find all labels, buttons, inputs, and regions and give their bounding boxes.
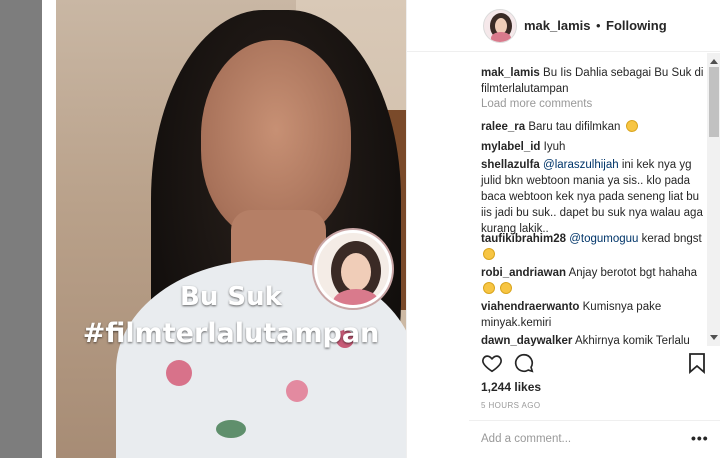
comment-mention[interactable]: @togumoguu — [569, 233, 638, 245]
comment-username[interactable]: robi_andriawan — [481, 267, 566, 279]
post-actions — [481, 352, 707, 378]
dress-flower — [216, 420, 246, 438]
comment-text: kerad bngst — [641, 233, 702, 245]
comment-text: Baru tau difilmkan — [528, 121, 621, 133]
likes-count[interactable]: 1,244 likes — [481, 380, 541, 394]
list-item: ralee_ra Baru tau difilmkan — [481, 119, 706, 135]
post-header: mak_lamis • Following — [407, 0, 720, 52]
username-link[interactable]: mak_lamis — [524, 18, 591, 33]
comment-username[interactable]: ralee_ra — [481, 121, 525, 133]
heart-icon[interactable] — [481, 352, 503, 374]
scroll-up-arrow-icon[interactable] — [710, 59, 718, 64]
following-button[interactable]: Following — [606, 18, 667, 33]
caption: mak_lamis Bu Iis Dahlia sebagai Bu Suk d… — [481, 65, 706, 97]
list-item: dawn_daywalker Akhirnya komik Terlalu — [481, 333, 706, 346]
comment-username[interactable]: shellazulfa — [481, 159, 540, 171]
bookmark-icon[interactable] — [687, 352, 707, 374]
comment-mention[interactable]: @laraszulhijah — [543, 159, 619, 171]
more-options-icon[interactable]: ••• — [691, 430, 709, 446]
laughing-emoji-icon — [500, 282, 513, 294]
laughing-emoji-icon — [483, 248, 495, 260]
overlay-text-hashtag: #filmterlalutampan — [82, 318, 380, 349]
list-item: taufikibrahim28 @togumoguu kerad bngst — [481, 231, 706, 263]
laughing-emoji-icon — [483, 282, 495, 294]
post-timestamp: 5 HOURS AGO — [481, 401, 541, 410]
comment-input[interactable]: Add a comment... — [481, 433, 571, 445]
post-image[interactable]: Bu Suk #filmterlalutampan — [56, 0, 406, 458]
load-more-comments-link[interactable]: Load more comments — [481, 98, 592, 110]
avatar[interactable] — [483, 9, 517, 43]
dress-flower — [166, 360, 192, 386]
comment-icon[interactable] — [513, 352, 535, 374]
list-item: mylabel_id Iyuh — [481, 139, 706, 155]
comments-scrollbar[interactable] — [707, 53, 720, 346]
list-item: robi_andriawan Anjay berotot bgt hahaha — [481, 265, 706, 297]
separator-dot: • — [596, 18, 601, 33]
comment-text: Iyuh — [543, 141, 566, 153]
comment-text: Anjay berotot bgt hahaha — [568, 267, 698, 279]
scrollbar-thumb[interactable] — [709, 67, 719, 137]
sad-face-emoji-icon — [625, 120, 638, 132]
list-item: viahendraerwanto Kumisnya pake minyak.ke… — [481, 299, 706, 331]
comment-username[interactable]: taufikibrahim28 — [481, 233, 566, 245]
post-details-panel: mak_lamis • Following mak_lamis Bu Iis D… — [406, 0, 720, 458]
scroll-down-arrow-icon[interactable] — [710, 335, 718, 340]
comment-text: Akhirnya komik Terlalu — [574, 335, 690, 346]
add-comment-bar: Add a comment... ••• — [469, 420, 720, 458]
overlay-text-name: Bu Suk — [180, 282, 282, 312]
comments-list: mak_lamis Bu Iis Dahlia sebagai Bu Suk d… — [407, 53, 720, 346]
comment-username[interactable]: dawn_daywalker — [481, 335, 572, 346]
dress-flower — [286, 380, 308, 402]
list-item: shellazulfa @laraszulhijah ini kek nya y… — [481, 157, 706, 237]
comment-username[interactable]: mylabel_id — [481, 141, 540, 153]
comment-username[interactable]: viahendraerwanto — [481, 301, 579, 313]
caption-username[interactable]: mak_lamis — [481, 67, 540, 79]
